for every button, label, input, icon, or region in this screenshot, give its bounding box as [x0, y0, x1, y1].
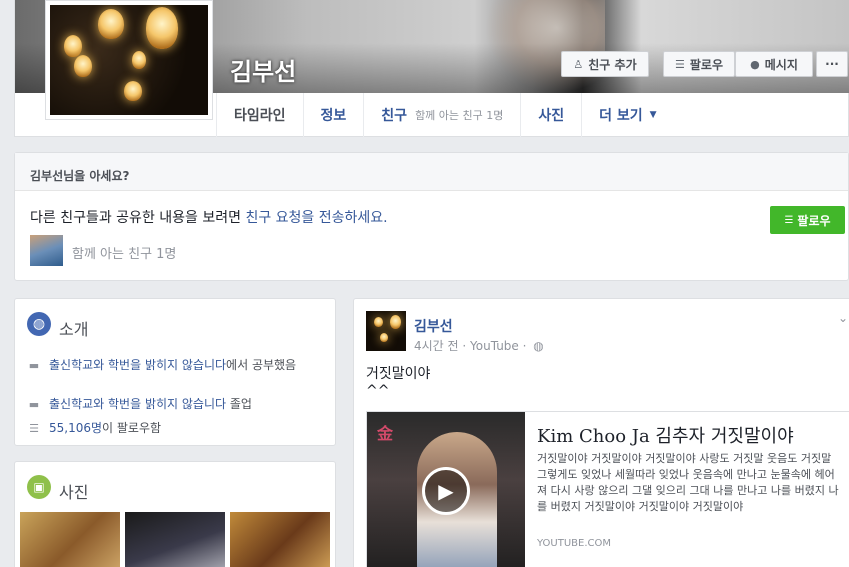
tab-about[interactable]: 정보: [302, 93, 364, 137]
education-suffix: 에서 공부했음: [226, 358, 297, 372]
album-art-text: 金: [377, 424, 394, 443]
lamp-shape: [74, 55, 92, 77]
profile-name[interactable]: 김부선: [230, 52, 296, 87]
post-author-avatar[interactable]: [366, 311, 406, 351]
followers-suffix: 이 팔로우함: [102, 421, 162, 435]
video-thumbnail[interactable]: 金 ▶: [367, 412, 525, 567]
mutual-friends-count[interactable]: 함께 아는 친구 1명: [72, 243, 176, 262]
intro-row-followers: ☰ 55,106명이 팔로우함: [27, 420, 327, 437]
photo-thumbnail[interactable]: [125, 512, 225, 567]
follow-label: 팔로우: [689, 57, 723, 72]
follow-green-label: 팔로우: [797, 213, 831, 228]
graduated-link[interactable]: 출신학교와 학번을 밝히지 않습니다: [49, 397, 226, 411]
school-icon: ▬: [28, 359, 40, 372]
video-title[interactable]: Kim Choo Ja 김추자 거짓말이야: [537, 422, 847, 448]
message-label: 메시지: [764, 57, 798, 72]
add-friend-button[interactable]: ♙ 친구 추가: [561, 51, 649, 77]
intro-row-education: ▬ 출신학교와 학번을 밝히지 않습니다에서 공부했음: [27, 357, 327, 374]
rss-icon: ☰: [784, 214, 794, 226]
photo-thumbnail[interactable]: [230, 512, 330, 567]
tab-photos[interactable]: 사진: [520, 93, 581, 137]
photo-icon: ▣: [27, 475, 51, 499]
graduated-suffix: 졸업: [226, 397, 252, 411]
know-person-card: 김부선님을 아세요? 다른 친구들과 공유한 내용을 보려면 친구 요청을 전송…: [14, 152, 849, 281]
lamp-shape: [132, 51, 146, 69]
know-card-text: 다른 친구들과 공유한 내용을 보려면: [30, 210, 246, 226]
tab-more-label: 더 보기: [599, 108, 643, 124]
add-friend-label: 친구 추가: [588, 57, 637, 72]
photos-title[interactable]: 사진: [59, 479, 88, 503]
lamp-shape: [64, 35, 82, 57]
know-card-body: 다른 친구들과 공유한 내용을 보려면 친구 요청을 전송하세요.: [30, 207, 388, 227]
more-options-button[interactable]: ···: [816, 51, 848, 77]
profile-picture-image: [50, 5, 208, 115]
know-card-header: 김부선님을 아세요?: [15, 153, 848, 191]
lamp-shape: [124, 81, 142, 101]
lamp-shape: [146, 7, 178, 49]
lamp-shape: [98, 9, 124, 39]
add-friend-icon: ♙: [573, 57, 584, 71]
followers-link[interactable]: 55,106명: [49, 421, 102, 435]
post-timestamp[interactable]: 4시간 전 · YouTube ·: [414, 339, 526, 353]
tab-friends[interactable]: 친구 함께 아는 친구 1명: [363, 93, 520, 137]
photos-card: ▣ 사진: [14, 461, 336, 567]
follow-button[interactable]: ☰ 팔로우: [663, 51, 735, 77]
caret-down-icon: ▼: [649, 110, 657, 120]
post-text: 거짓말이야 ^^: [366, 366, 431, 399]
school-icon: ▬: [28, 398, 40, 411]
tab-about-label: 정보: [320, 108, 347, 124]
education-link[interactable]: 출신학교와 학번을 밝히지 않습니다: [49, 358, 226, 372]
profile-nav: 타임라인 정보 친구 함께 아는 친구 1명 사진 더 보기 ▼: [216, 93, 674, 137]
rss-icon: ☰: [29, 422, 39, 435]
youtube-link-preview[interactable]: 金 ▶ Kim Choo Ja 김추자 거짓말이야 거짓말이야 거짓말이야 거짓…: [366, 411, 849, 567]
intro-card: ◍ 소개 ▬ 출신학교와 학번을 밝히지 않습니다에서 공부했음 ▬ 출신학교와…: [14, 298, 336, 446]
video-description: 거짓말이야 거짓말이야 거짓말이야 사랑도 거짓말 웃음도 거짓말 그렇게도 잊…: [537, 452, 839, 513]
tab-timeline[interactable]: 타임라인: [216, 93, 303, 137]
tab-photos-label: 사진: [538, 108, 565, 124]
play-icon[interactable]: ▶: [422, 467, 470, 515]
globe-icon: ◍: [27, 312, 51, 336]
lamp-shape: [374, 317, 383, 327]
send-friend-request-link[interactable]: 친구 요청을 전송하세요.: [245, 210, 387, 226]
photo-thumbnail[interactable]: [20, 512, 120, 567]
lamp-shape: [390, 315, 401, 329]
intro-row-graduated: ▬ 출신학교와 학번을 밝히지 않습니다 졸업: [27, 396, 327, 413]
tab-timeline-label: 타임라인: [234, 108, 286, 124]
chevron-down-icon[interactable]: ⌄: [838, 311, 848, 325]
profile-picture[interactable]: [45, 0, 213, 120]
rss-icon: ☰: [675, 57, 685, 71]
intro-title: 소개: [59, 320, 89, 339]
timeline-post: 김부선 4시간 전 · YouTube · ◍ ⌄ 거짓말이야 ^^ 金 ▶ K…: [353, 298, 849, 567]
video-source: YOUTUBE.COM: [537, 538, 612, 549]
message-button[interactable]: ● 메시지: [735, 51, 813, 77]
post-author-name[interactable]: 김부선: [414, 316, 453, 336]
profile-header: 김부선 ♙ 친구 추가 ☰ 팔로우 ● 메시지 ··· 타임라인 정보 친구 함…: [14, 0, 849, 137]
tab-more[interactable]: 더 보기 ▼: [581, 93, 673, 137]
tab-friends-label: 친구: [381, 108, 408, 124]
post-meta: 4시간 전 · YouTube · ◍: [414, 337, 544, 354]
ellipsis-icon: ···: [825, 57, 839, 71]
messenger-icon: ●: [750, 57, 760, 71]
mutual-friend-avatar[interactable]: [30, 235, 63, 266]
lamp-shape: [380, 333, 388, 342]
follow-green-button[interactable]: ☰ 팔로우: [770, 206, 845, 234]
tab-friends-mutual: 함께 아는 친구 1명: [415, 109, 504, 122]
globe-icon: ◍: [533, 339, 544, 353]
